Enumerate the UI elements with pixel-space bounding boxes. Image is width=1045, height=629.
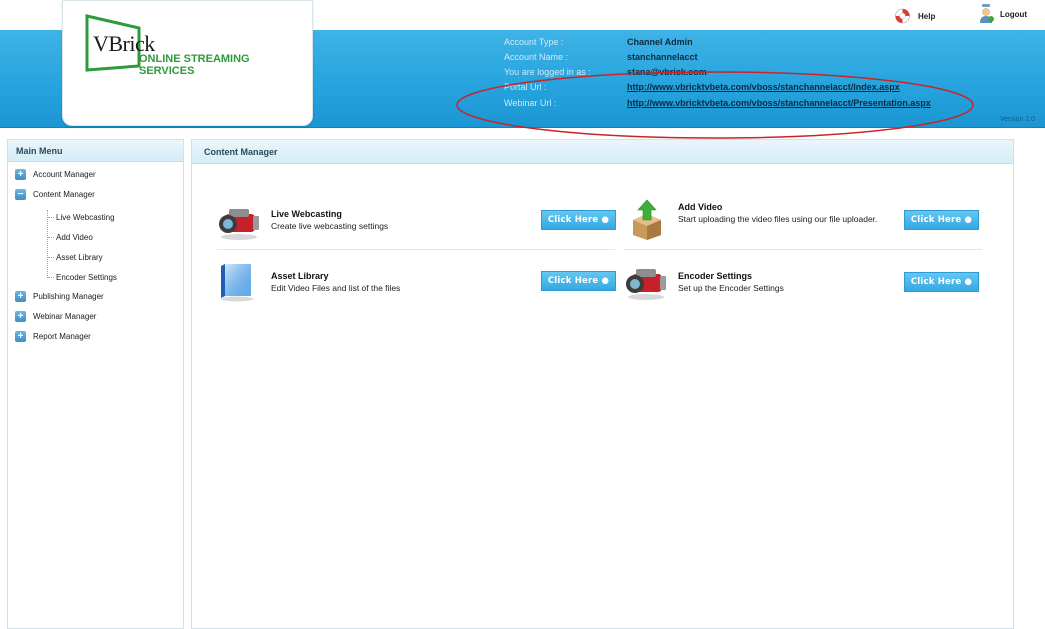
menu-item-publishing-manager[interactable]: + Publishing Manager xyxy=(15,291,104,302)
live-webcasting-click-here-button[interactable]: Click Here ● xyxy=(541,210,616,230)
menu-item-webinar-manager[interactable]: + Webinar Manager xyxy=(15,311,96,322)
help-link[interactable]: Help xyxy=(893,8,935,24)
submenu-live-webcasting[interactable]: Live Webcasting xyxy=(56,213,115,222)
expand-plus-icon[interactable]: + xyxy=(15,291,26,302)
expand-plus-icon[interactable]: + xyxy=(15,331,26,342)
video-camera-icon xyxy=(219,209,259,240)
logo-tagline-1: ONLINE STREAMING xyxy=(139,53,250,65)
tree-tick xyxy=(48,237,54,238)
card-desc-add-video: Start uploading the video files using ou… xyxy=(678,214,878,224)
main-menu-panel: Main Menu + Account Manager − Content Ma… xyxy=(7,139,184,629)
menu-item-label: Report Manager xyxy=(33,332,91,341)
content-manager-panel: Content Manager Live Webcasting Create l… xyxy=(191,139,1014,629)
header-band: VBrick ONLINE STREAMING SERVICES Account… xyxy=(0,0,1045,128)
logout-label: Logout xyxy=(1000,9,1028,19)
account-name-label: Account Name : xyxy=(504,52,569,62)
submenu-asset-library[interactable]: Asset Library xyxy=(56,253,103,262)
menu-item-report-manager[interactable]: + Report Manager xyxy=(15,331,91,342)
asset-library-icon xyxy=(221,264,253,302)
card-desc-live-webcasting: Create live webcasting settings xyxy=(271,221,389,231)
lifebuoy-icon xyxy=(895,8,910,24)
vbrick-admin-page: Help Logout VBrick ONLINE STREAMING SERV… xyxy=(0,0,1045,629)
tree-tick xyxy=(48,277,54,278)
menu-item-label: Account Manager xyxy=(33,170,96,179)
add-video-click-here-button[interactable]: Click Here ● xyxy=(904,210,979,230)
card-separator xyxy=(217,249,615,250)
webinar-url-label: Webinar Url : xyxy=(504,98,557,108)
logout-person-icon xyxy=(980,4,994,23)
logged-in-label: You are logged in as : xyxy=(504,67,591,77)
menu-item-content-manager[interactable]: − Content Manager xyxy=(15,189,95,200)
logo-tagline-2: SERVICES xyxy=(139,65,195,77)
account-type-label: Account Type : xyxy=(504,37,564,47)
card-title-encoder-settings: Encoder Settings xyxy=(678,271,753,281)
submenu-add-video[interactable]: Add Video xyxy=(56,233,93,242)
logged-in-value: stana@vbrick.com xyxy=(627,67,707,77)
submenu-encoder-settings[interactable]: Encoder Settings xyxy=(56,273,117,282)
menu-item-account-manager[interactable]: + Account Manager xyxy=(15,169,96,180)
logo: VBrick ONLINE STREAMING SERVICES xyxy=(62,0,313,126)
main-menu-title: Main Menu xyxy=(8,140,183,162)
upload-box-icon xyxy=(633,199,661,240)
tree-tick xyxy=(48,217,54,218)
help-label: Help xyxy=(918,11,936,21)
card-desc-encoder-settings: Set up the Encoder Settings xyxy=(678,283,784,293)
content-manager-title: Content Manager xyxy=(192,140,1013,164)
video-camera-icon xyxy=(626,269,666,300)
webinar-url-link[interactable]: http://www.vbricktvbeta.com/vboss/stanch… xyxy=(627,98,931,108)
card-separator xyxy=(624,249,982,250)
encoder-settings-click-here-button[interactable]: Click Here ● xyxy=(904,272,979,292)
asset-library-click-here-button[interactable]: Click Here ● xyxy=(541,271,616,291)
card-title-add-video: Add Video xyxy=(678,202,723,212)
menu-item-label: Content Manager xyxy=(33,190,95,199)
account-type-value: Channel Admin xyxy=(627,37,693,47)
tree-tick xyxy=(48,257,54,258)
card-title-live-webcasting: Live Webcasting xyxy=(271,209,342,219)
menu-item-label: Publishing Manager xyxy=(33,292,104,301)
card-title-asset-library: Asset Library xyxy=(271,271,329,281)
logout-link[interactable]: Logout xyxy=(979,4,1027,24)
version-text: Version 2.0 xyxy=(1000,116,1036,123)
expand-plus-icon[interactable]: + xyxy=(15,311,26,322)
card-desc-asset-library: Edit Video Files and list of the files xyxy=(271,283,401,293)
portal-url-link[interactable]: http://www.vbricktvbeta.com/vboss/stanch… xyxy=(627,82,900,92)
account-name-value: stanchannelacct xyxy=(627,52,698,62)
portal-url-label: Portal Url : xyxy=(504,82,547,92)
expand-plus-icon[interactable]: + xyxy=(15,169,26,180)
menu-item-label: Webinar Manager xyxy=(33,312,97,321)
collapse-minus-icon[interactable]: − xyxy=(15,189,26,200)
tree-connector xyxy=(47,210,48,278)
